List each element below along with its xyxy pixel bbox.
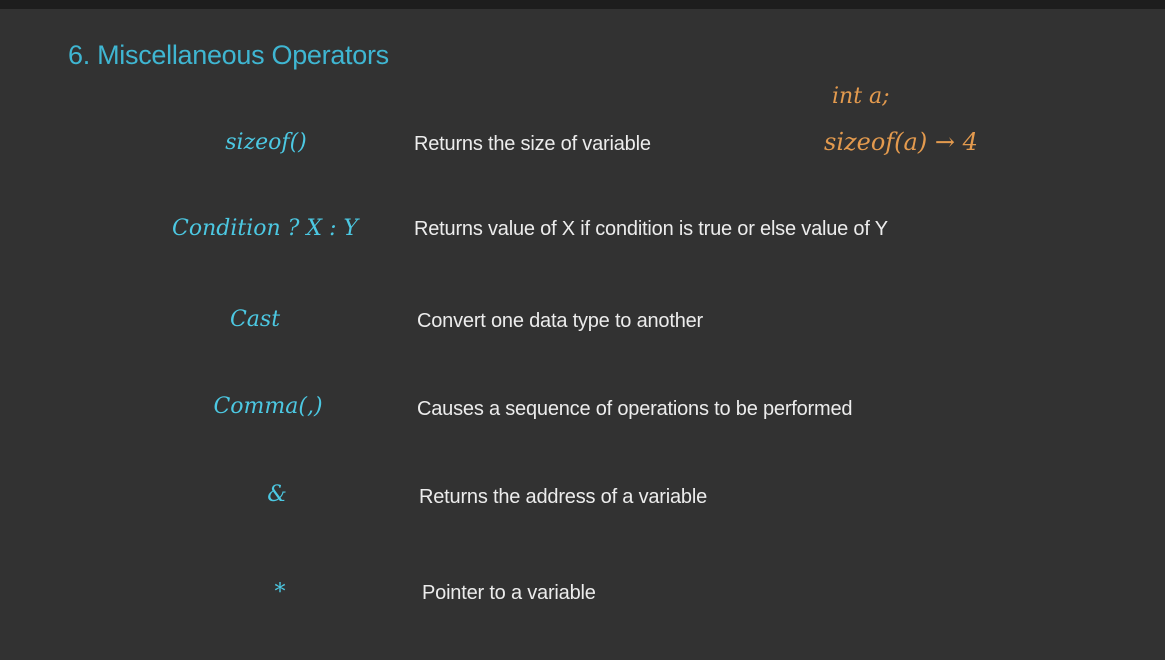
description-pointer: Pointer to a variable — [422, 582, 596, 604]
slide-title: 6. Miscellaneous Operators — [68, 40, 389, 70]
description-address: Returns the address of a variable — [419, 486, 708, 508]
description-sizeof: Returns the size of variable — [414, 133, 651, 155]
description-conditional: Returns value of X if condition is true … — [414, 218, 888, 240]
operator-sizeof: sizeof() — [225, 130, 307, 155]
operator-conditional: Condition ? X : Y — [171, 216, 359, 241]
description-comma: Causes a sequence of operations to be pe… — [417, 398, 853, 420]
description-cast: Convert one data type to another — [417, 310, 704, 332]
operator-pointer: * — [274, 580, 286, 605]
annotation-declaration: int a; — [832, 84, 890, 109]
operator-comma: Comma(,) — [213, 394, 323, 419]
operator-address: & — [267, 482, 287, 507]
annotation-sizeof-result: sizeof(a) → 4 — [824, 128, 978, 156]
video-top-bar — [0, 0, 1165, 9]
operator-cast: Cast — [229, 307, 281, 332]
